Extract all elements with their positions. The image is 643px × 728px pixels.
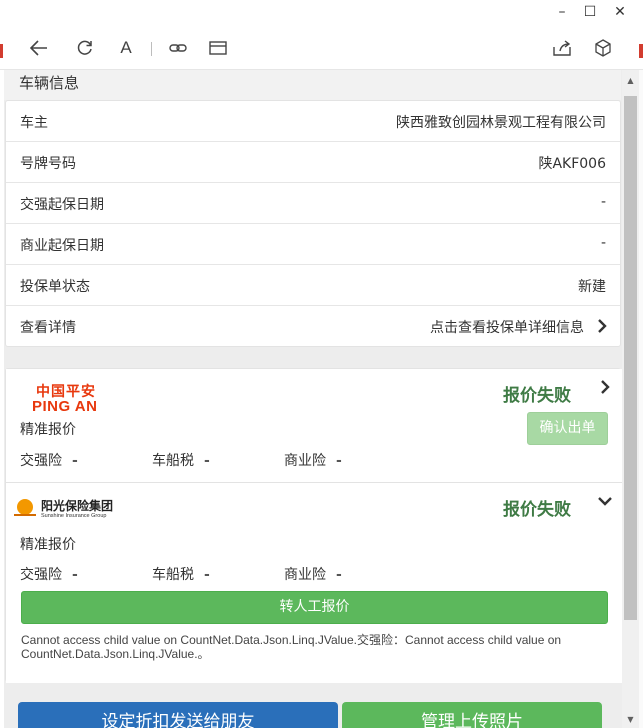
font-size-icon[interactable]: A — [114, 36, 138, 60]
commercial-date-label: 商业起保日期 — [20, 238, 104, 254]
view-details-label: 查看详情 — [20, 320, 76, 336]
pingan-logo-en: PING AN — [32, 398, 98, 415]
sunshine-logo: 阳光保险集团 Sunshine Insurance Group — [14, 497, 124, 525]
minimize-button[interactable]: – — [548, 2, 576, 22]
quote-field-compulsory: 交强险 - — [20, 453, 78, 469]
left-edge-accent — [0, 44, 3, 58]
quote-field-commercial: 商业险 - — [284, 567, 342, 583]
row-view-details[interactable]: 查看详情 点击查看投保单详细信息 — [6, 306, 620, 347]
quote-error-message: Cannot access child value on CountNet.Da… — [21, 633, 562, 661]
browser-toolbar: A — [0, 24, 643, 70]
window-edge — [639, 70, 643, 728]
policy-status-label: 投保单状态 — [20, 279, 90, 295]
row-policy-status: 投保单状态 新建 — [6, 265, 620, 306]
quote-type: 精准报价 — [20, 537, 76, 553]
row-compulsory-date: 交强起保日期 - — [6, 183, 620, 224]
row-commercial-date: 商业起保日期 - — [6, 224, 620, 265]
compulsory-date-label: 交强起保日期 — [20, 197, 104, 213]
right-edge-accent — [639, 44, 643, 58]
scrollbar-thumb[interactable] — [624, 96, 637, 620]
manage-photos-button[interactable]: 管理上传照片 — [342, 702, 602, 728]
share-icon[interactable] — [550, 36, 574, 60]
scroll-down-arrow-icon[interactable]: ▼ — [622, 711, 639, 728]
quote-status: 报价失败 — [503, 500, 571, 520]
chevron-down-icon[interactable] — [597, 494, 613, 508]
window-icon[interactable] — [206, 36, 230, 60]
plate-value: 陕AKF006 — [538, 156, 606, 172]
scroll-up-arrow-icon[interactable]: ▲ — [622, 72, 639, 89]
view-details-link[interactable]: 点击查看投保单详细信息 — [430, 317, 584, 337]
sunshine-logo-en: Sunshine Insurance Group — [41, 513, 107, 519]
chevron-right-icon[interactable] — [595, 318, 609, 334]
row-plate: 号牌号码 陕AKF006 — [6, 142, 620, 183]
confirm-issue-button[interactable]: 确认出单 — [527, 412, 608, 445]
policy-status-value: 新建 — [578, 279, 606, 295]
plate-label: 号牌号码 — [20, 156, 76, 172]
commercial-date-value: - — [600, 235, 606, 251]
chevron-right-icon[interactable] — [598, 379, 612, 395]
pingan-logo: 中国平安 PING AN — [20, 381, 110, 415]
sunshine-logo-icon — [14, 499, 36, 516]
owner-label: 车主 — [20, 115, 48, 131]
vehicle-info-card: 车主 陕西雅致创园林景观工程有限公司 号牌号码 陕AKF006 交强起保日期 -… — [5, 100, 621, 347]
maximize-button[interactable]: ☐ — [576, 2, 604, 22]
owner-value: 陕西雅致创园林景观工程有限公司 — [396, 115, 606, 131]
sunshine-logo-cn: 阳光保险集团 — [41, 499, 114, 513]
window-titlebar: – ☐ ✕ — [0, 0, 643, 24]
page-content: 车辆信息 车主 陕西雅致创园林景观工程有限公司 号牌号码 陕AKF006 交强起… — [4, 70, 622, 728]
quote-status: 报价失败 — [503, 386, 571, 406]
quote-field-commercial: 商业险 - — [284, 453, 342, 469]
quote-item-pingan: 中国平安 PING AN 报价失败 精准报价 确认出单 交强险 - 车船税 - 商业… — [6, 369, 622, 483]
send-discount-button[interactable]: 设定折扣发送给朋友 — [18, 702, 338, 728]
link-icon[interactable] — [166, 36, 190, 60]
close-button[interactable]: ✕ — [606, 2, 634, 22]
quote-type: 精准报价 — [20, 422, 76, 438]
quote-field-compulsory: 交强险 - — [20, 567, 78, 583]
box-icon[interactable] — [591, 36, 615, 60]
row-owner: 车主 陕西雅致创园林景观工程有限公司 — [6, 101, 620, 142]
quote-field-vessel-tax: 车船税 - — [152, 453, 210, 469]
manual-quote-button[interactable]: 转人工报价 — [21, 591, 608, 624]
section-title: 车辆信息 — [19, 74, 80, 92]
quotes-card: 中国平安 PING AN 报价失败 精准报价 确认出单 交强险 - 车船税 - 商业… — [5, 368, 622, 683]
back-arrow-icon[interactable] — [27, 36, 51, 60]
compulsory-date-value: - — [600, 194, 606, 210]
quote-item-sunshine: 阳光保险集团 Sunshine Insurance Group 报价失败 精准报… — [6, 483, 622, 683]
quote-field-vessel-tax: 车船税 - — [152, 567, 210, 583]
toolbar-separator — [151, 42, 152, 56]
vehicle-info-header: 车辆信息 — [4, 70, 621, 100]
refresh-icon[interactable] — [73, 36, 97, 60]
